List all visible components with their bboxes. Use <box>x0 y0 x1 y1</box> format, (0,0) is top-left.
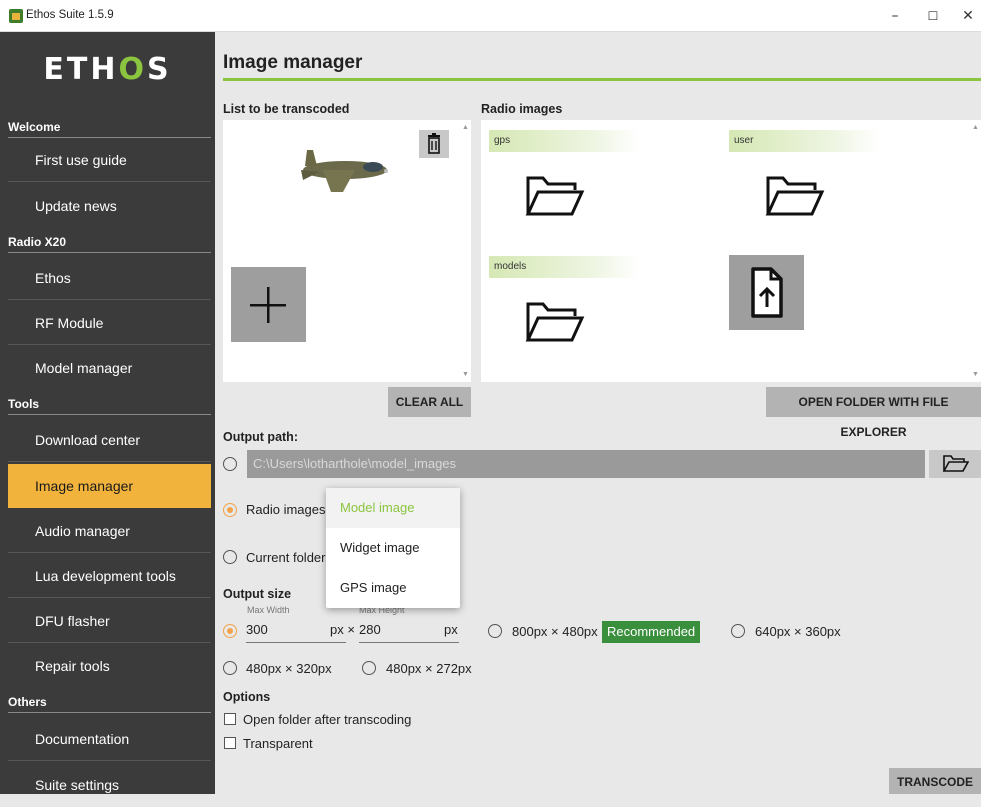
window-titlebar: Ethos Suite 1.5.9 – ☐ ✕ <box>0 0 981 32</box>
transcode-list-panel[interactable]: ▲ ▼ <box>223 120 471 382</box>
radio-images-scrollbar[interactable]: ▲ ▼ <box>969 120 981 382</box>
sidebar-item-rf-module[interactable]: RF Module <box>8 301 211 345</box>
height-input-underline <box>359 642 459 643</box>
folder-gps[interactable]: gps <box>489 130 639 240</box>
folder-icon <box>525 302 585 342</box>
sidebar-item-lua-development-tools[interactable]: Lua development tools <box>8 554 211 598</box>
radio-images-option-label: Radio images <box>246 502 326 517</box>
radio-images-panel[interactable]: gps user models ▲ ▼ <box>481 120 981 382</box>
open-folder-button[interactable]: OPEN FOLDER WITH FILE EXPLORER <box>766 387 981 439</box>
close-button[interactable]: ✕ <box>953 6 981 26</box>
folder-name-gps: gps <box>489 130 639 152</box>
title-underline <box>223 78 981 81</box>
radio-size-480x320[interactable] <box>223 661 237 675</box>
sidebar-item-ethos[interactable]: Ethos <box>8 256 211 300</box>
radio-custom-path[interactable] <box>223 457 237 471</box>
output-path-label: Output path: <box>223 430 298 444</box>
sidebar-section-radio: Radio X20 <box>0 231 215 253</box>
folder-user[interactable]: user <box>729 130 879 240</box>
sidebar-item-dfu-flasher[interactable]: DFU flasher <box>8 599 211 643</box>
radio-size-480x272[interactable] <box>362 661 376 675</box>
height-input[interactable]: 280 <box>359 622 381 637</box>
sidebar-item-audio-manager[interactable]: Audio manager <box>8 509 211 553</box>
sidebar-item-image-manager[interactable]: Image manager <box>8 464 211 508</box>
sidebar-item-suite-settings[interactable]: Suite settings <box>8 763 211 807</box>
sidebar-item-documentation[interactable]: Documentation <box>8 717 211 761</box>
minimize-button[interactable]: – <box>880 6 910 26</box>
radio-radio-images[interactable] <box>223 503 237 517</box>
add-image-button[interactable] <box>231 267 306 342</box>
window-title: Ethos Suite 1.5.9 <box>26 9 114 21</box>
sidebar-item-update-news[interactable]: Update news <box>8 184 211 228</box>
current-folder-option-label: Current folder <box>246 550 326 565</box>
radio-images-label: Radio images <box>481 102 563 116</box>
list-to-be-transcoded-label: List to be transcoded <box>223 102 350 116</box>
sidebar-item-repair-tools[interactable]: Repair tools <box>8 644 211 688</box>
output-size-label: Output size <box>223 587 292 601</box>
radio-size-640x360[interactable] <box>731 624 745 638</box>
sidebar: ETHOS Welcome First use guide Update new… <box>0 32 215 794</box>
options-label: Options <box>223 690 271 704</box>
image-type-dropdown[interactable]: Model image Widget image GPS image <box>326 488 460 608</box>
radio-custom-size[interactable] <box>223 624 237 638</box>
dropdown-option-widget-image[interactable]: Widget image <box>326 528 460 568</box>
sidebar-section-tools: Tools <box>0 393 215 415</box>
size-640x360-label: 640px × 360px <box>755 624 841 639</box>
clear-all-button[interactable]: CLEAR ALL <box>388 387 471 417</box>
sidebar-item-first-use-guide[interactable]: First use guide <box>8 138 211 182</box>
sidebar-section-welcome: Welcome <box>0 116 215 138</box>
list-scrollbar[interactable]: ▲ ▼ <box>459 120 471 382</box>
dropdown-option-model-image[interactable]: Model image <box>326 488 460 528</box>
radio-size-800x480[interactable] <box>488 624 502 638</box>
open-folder-after-label: Open folder after transcoding <box>243 712 412 727</box>
app-icon <box>9 9 23 23</box>
sidebar-section-others: Others <box>0 691 215 713</box>
upload-file-button[interactable] <box>729 255 804 330</box>
open-folder-after-checkbox[interactable] <box>224 713 236 725</box>
recommended-badge: Recommended <box>602 621 701 643</box>
px-label: px <box>444 622 458 637</box>
transcode-button[interactable]: TRANSCODE <box>889 768 981 794</box>
file-upload-icon <box>751 267 783 318</box>
size-800x480-label: 800px × 480px <box>512 624 598 639</box>
folder-name-user: user <box>729 130 879 152</box>
transparent-label: Transparent <box>243 736 313 751</box>
ethos-logo: ETHOS <box>43 52 172 87</box>
plus-icon <box>250 287 286 323</box>
radio-current-folder[interactable] <box>223 550 237 564</box>
width-input-underline <box>246 642 346 643</box>
folder-models[interactable]: models <box>489 256 639 366</box>
folder-icon <box>943 455 969 472</box>
px-times-label: px × <box>330 622 355 637</box>
folder-icon <box>525 176 585 216</box>
folder-icon <box>765 176 825 216</box>
delete-button[interactable] <box>419 130 449 158</box>
sidebar-item-download-center[interactable]: Download center <box>8 418 211 462</box>
trash-icon <box>428 133 440 154</box>
output-path-field[interactable]: C:\Users\lotharthole\model_images <box>247 450 925 478</box>
maximize-button[interactable]: ☐ <box>918 6 948 26</box>
width-input[interactable]: 300 <box>246 622 268 637</box>
transparent-checkbox[interactable] <box>224 737 236 749</box>
sidebar-item-model-manager[interactable]: Model manager <box>8 346 211 390</box>
size-480x272-label: 480px × 272px <box>386 661 472 676</box>
airplane-image <box>301 150 388 192</box>
folder-name-models: models <box>489 256 639 278</box>
size-480x320-label: 480px × 320px <box>246 661 332 676</box>
main-content: Image manager List to be transcoded Radi… <box>215 32 981 794</box>
page-title: Image manager <box>223 52 363 73</box>
max-width-label: Max Width <box>247 605 290 615</box>
dropdown-option-gps-image[interactable]: GPS image <box>326 568 460 608</box>
browse-folder-button[interactable] <box>929 450 981 478</box>
